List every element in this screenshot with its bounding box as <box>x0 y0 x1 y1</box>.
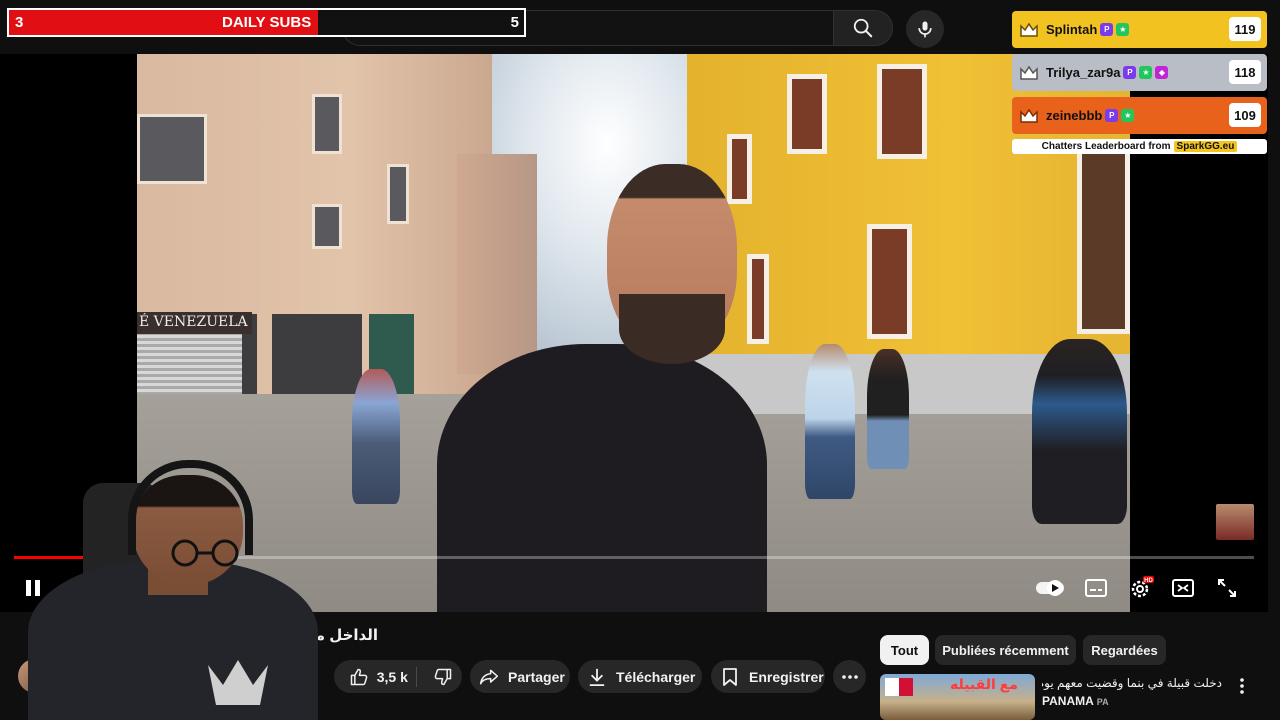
download-icon <box>578 667 616 687</box>
pedestrian <box>352 369 400 504</box>
end-screen-thumbnail[interactable] <box>1216 504 1254 540</box>
thumbnail-text: مع القبيله <box>950 676 1018 692</box>
pedestrian <box>805 344 855 499</box>
gear-icon: HD <box>1131 576 1154 598</box>
leaderboard-entry-3: zeinebbb P ★ 109 <box>1012 97 1267 134</box>
share-label: Partager <box>508 668 565 685</box>
download-button[interactable]: Télécharger <box>578 660 702 693</box>
fullscreen-icon <box>1218 579 1236 597</box>
glasses-icon <box>171 539 239 567</box>
recommendation-channel[interactable]: PANAMA PA <box>1042 694 1109 708</box>
crown-icon <box>1018 63 1040 83</box>
bookmark-icon <box>711 667 749 687</box>
svg-text:HD: HD <box>1144 578 1153 584</box>
daily-subs-goal: 5 <box>510 14 519 31</box>
theater-mode-button[interactable] <box>1170 575 1196 601</box>
sub-badge-icon: ★ <box>1139 66 1153 79</box>
building-window <box>877 64 927 159</box>
daily-subs-title: DAILY SUBS <box>222 14 312 31</box>
search-button[interactable] <box>833 10 893 46</box>
like-count[interactable]: 3,5 k <box>377 669 414 685</box>
sub-badge-icon: ★ <box>1121 109 1135 122</box>
recommendation-thumbnail[interactable]: مع القبيله <box>880 674 1035 720</box>
like-dislike-group: 3,5 k <box>334 660 462 693</box>
leaderboard-name: Trilya_zar9a <box>1046 65 1121 80</box>
more-vertical-icon <box>1240 678 1244 694</box>
leaderboard-entry-2: Trilya_zar9a P ★ ◆ 118 <box>1012 54 1267 91</box>
daily-subs-goal-bar: 3 DAILY SUBS 5 <box>7 8 526 37</box>
sub-badge-icon: ★ <box>1116 23 1130 36</box>
more-actions-button[interactable] <box>833 660 866 693</box>
save-label: Enregistrer <box>749 668 824 685</box>
thumbs-down-icon <box>434 668 451 685</box>
download-label: Télécharger <box>616 668 696 685</box>
prime-badge-icon: P <box>1105 109 1119 122</box>
save-button[interactable]: Enregistrer <box>711 660 825 693</box>
streamer-webcam <box>28 455 328 720</box>
building-window <box>387 164 409 224</box>
shop-sign: É VENEZUELA <box>137 312 252 334</box>
chip-watched[interactable]: Regardées <box>1083 635 1166 665</box>
recommendation-title[interactable]: دخلت قبيلة في بنما وقضيت معهم يوم كامل <box>1042 676 1222 690</box>
building-window <box>867 224 912 339</box>
more-horizontal-icon <box>841 674 858 679</box>
prime-badge-icon: P <box>1123 66 1137 79</box>
share-button[interactable]: Partager <box>470 660 570 693</box>
page: Rechercher É VENEZUELA <box>0 0 1280 720</box>
recommendation-channel-suffix: PA <box>1096 697 1109 707</box>
settings-button[interactable]: HD <box>1126 573 1156 603</box>
like-button[interactable] <box>342 667 377 687</box>
leaderboard-score: 118 <box>1229 60 1261 84</box>
chip-all[interactable]: Tout <box>880 635 929 665</box>
building-window <box>312 204 342 249</box>
search-icon <box>853 18 873 38</box>
microphone-icon <box>918 21 932 38</box>
panama-flag-icon <box>885 678 913 696</box>
leaderboard-footer-text: Chatters Leaderboard from <box>1041 141 1171 152</box>
leaderboard-brand: SparkGG.eu <box>1173 141 1238 152</box>
thumbs-up-icon <box>351 668 368 685</box>
chip-recent[interactable]: Publiées récemment <box>935 635 1076 665</box>
building-window <box>137 114 207 184</box>
voice-search-button[interactable] <box>906 10 944 48</box>
leaderboard-name: zeinebbb <box>1046 108 1103 123</box>
building-window <box>1077 144 1130 334</box>
recommendation-channel-name: PANAMA <box>1042 694 1094 708</box>
autoplay-toggle-icon <box>1036 580 1064 596</box>
leaderboard-score: 119 <box>1229 17 1261 41</box>
daily-subs-current: 3 <box>15 14 24 31</box>
leaderboard-score: 109 <box>1229 103 1261 127</box>
vlogger <box>437 164 767 612</box>
pedestrian <box>1032 339 1127 524</box>
theater-mode-icon <box>1172 579 1194 597</box>
dislike-button[interactable] <box>423 667 462 687</box>
vlogger-body <box>437 344 767 612</box>
share-icon <box>470 668 508 686</box>
building-window <box>787 74 827 154</box>
captions-icon <box>1085 579 1107 597</box>
leaderboard-name: Splintah <box>1046 22 1098 37</box>
building-window <box>312 94 342 154</box>
subtitles-button[interactable] <box>1083 575 1109 601</box>
hoodie-logo-icon <box>208 660 268 705</box>
leaderboard-entry-1: Splintah P ★ 119 <box>1012 11 1267 48</box>
autoplay-toggle[interactable] <box>1034 575 1068 601</box>
prime-badge-icon: P <box>1100 23 1114 36</box>
like-divider <box>416 667 417 687</box>
vlogger-beard <box>619 294 725 364</box>
gift-badge-icon: ◆ <box>1155 66 1169 79</box>
crown-icon <box>1018 106 1040 126</box>
recommendation-menu-button[interactable] <box>1232 676 1252 696</box>
crown-icon <box>1018 20 1040 40</box>
pedestrian <box>867 349 909 469</box>
fullscreen-button[interactable] <box>1214 575 1240 601</box>
leaderboard-footer: Chatters Leaderboard from SparkGG.eu <box>1012 139 1267 154</box>
